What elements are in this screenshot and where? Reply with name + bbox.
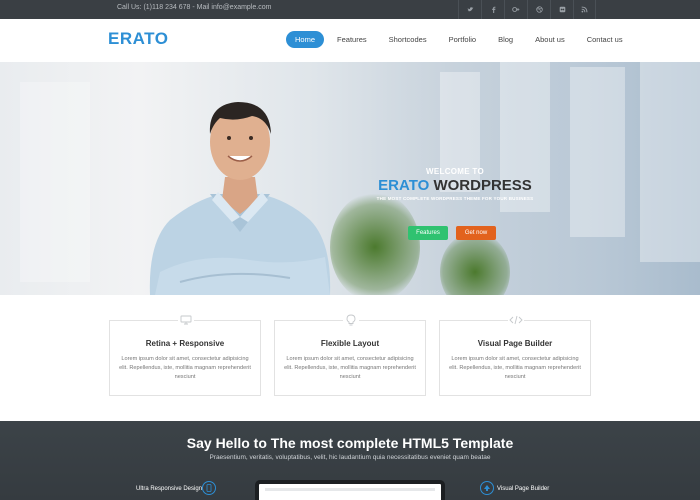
- features-button[interactable]: Features: [408, 226, 448, 240]
- feature-text: Lorem ipsum dolor sit amet, consectetur …: [119, 356, 251, 380]
- get-now-button[interactable]: Get now: [456, 226, 496, 240]
- site-logo[interactable]: ERATO: [108, 29, 168, 49]
- nav-item-features[interactable]: Features: [328, 31, 376, 48]
- feature-title: Retina + Responsive: [145, 339, 225, 348]
- promo-heading: Say Hello to The most complete HTML5 Tem…: [186, 435, 514, 451]
- feature-title: Visual Page Builder: [477, 339, 553, 348]
- feature-text: Lorem ipsum dolor sit amet, consectetur …: [284, 356, 416, 380]
- hero-text-block: WELCOME TO ERATO WORDPRESS THE MOST COMP…: [360, 167, 550, 201]
- twitter-icon[interactable]: [458, 0, 481, 19]
- dribbble-icon[interactable]: [527, 0, 550, 19]
- nav-item-blog[interactable]: Blog: [489, 31, 522, 48]
- nav-item-home[interactable]: Home: [286, 31, 325, 48]
- lightbulb-icon: [343, 313, 359, 327]
- background-window: [640, 62, 700, 262]
- mobile-icon: [202, 481, 216, 495]
- hero-banner: WELCOME TO ERATO WORDPRESS THE MOST COMP…: [0, 62, 700, 295]
- nav-item-about-us[interactable]: About us: [526, 31, 574, 48]
- feature-title: Flexible Layout: [320, 339, 380, 348]
- background-plant: [440, 232, 510, 295]
- promo-section: Say Hello to The most complete HTML5 Tem…: [0, 421, 700, 500]
- hero-subtitle: THE MOST COMPLETE WORDPRESS THEME FOR YO…: [376, 196, 534, 201]
- promo-right-feature: Visual Page Builder: [497, 486, 550, 492]
- hero-title-accent: ERATO: [378, 177, 430, 194]
- feature-card: Flexible Layout Lorem ipsum dolor sit am…: [274, 313, 426, 396]
- nav-item-contact-us[interactable]: Contact us: [578, 31, 632, 48]
- background-window: [570, 67, 625, 237]
- site-header: ERATO Home Features Shortcodes Portfolio…: [0, 19, 700, 62]
- promo-left-feature: Ultra Responsive Design: [136, 486, 203, 492]
- facebook-icon[interactable]: [481, 0, 504, 19]
- top-bar: Call Us: (1)118 234 678 - Mail info@exam…: [0, 0, 700, 19]
- feature-text: Lorem ipsum dolor sit amet, consectetur …: [449, 356, 581, 380]
- flickr-icon[interactable]: [550, 0, 573, 19]
- social-links: [458, 0, 596, 19]
- nav-item-portfolio[interactable]: Portfolio: [440, 31, 486, 48]
- background-plant: [330, 192, 420, 295]
- monitor-mockup: [255, 480, 445, 500]
- monitor-icon: [178, 313, 194, 327]
- background-window: [20, 82, 90, 282]
- main-nav: Home Features Shortcodes Portfolio Blog …: [286, 31, 636, 48]
- monitor-screen-bar: [265, 488, 435, 491]
- rss-icon[interactable]: [573, 0, 596, 19]
- arrow-up-icon: [480, 481, 494, 495]
- google-plus-icon[interactable]: [504, 0, 527, 19]
- code-icon: [508, 313, 524, 327]
- nav-item-shortcodes[interactable]: Shortcodes: [380, 31, 436, 48]
- contact-info: Call Us: (1)118 234 678 - Mail info@exam…: [117, 4, 272, 11]
- feature-card: Visual Page Builder Lorem ipsum dolor si…: [439, 313, 591, 396]
- hero-title: ERATO WORDPRESS: [360, 177, 550, 194]
- hero-welcome: WELCOME TO: [426, 167, 484, 176]
- feature-card: Retina + Responsive Lorem ipsum dolor si…: [109, 313, 261, 396]
- hero-person-image: [149, 102, 331, 295]
- promo-subtext: Praesentium, veritatis, voluptatibus, ve…: [209, 454, 491, 461]
- hero-title-rest: WORDPRESS: [429, 177, 532, 194]
